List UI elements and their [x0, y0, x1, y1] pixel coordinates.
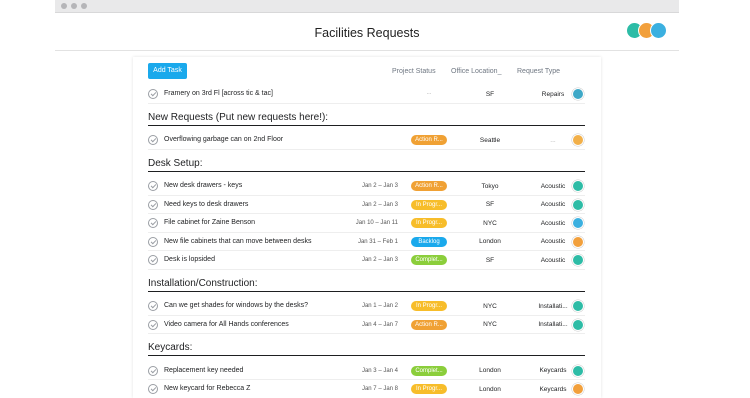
task-row[interactable]: File cabinet for Zaine Benson Jan 10 – Ja… [148, 214, 585, 233]
member-avatar[interactable] [650, 22, 667, 39]
section-title[interactable]: New Requests (Put new requests here!): [148, 112, 328, 123]
assignee-avatar[interactable] [572, 300, 584, 312]
window-titlebar [55, 0, 679, 13]
office-location[interactable]: NYC [463, 220, 517, 227]
due-date[interactable]: Jan 31 – Feb 1 [348, 239, 398, 245]
task-name[interactable]: Video camera for All Hands conferences [164, 321, 289, 328]
status-badge[interactable]: Complet... [411, 255, 447, 265]
status-badge[interactable]: Action R... [411, 319, 447, 330]
column-header-request-type[interactable]: Request Type [517, 68, 560, 75]
due-date[interactable]: Jan 4 – Jan 7 [348, 322, 398, 328]
list-toolbar: Add Task Project Status Office Location_… [133, 57, 601, 85]
complete-checkbox-icon[interactable] [148, 199, 158, 210]
project-title: Facilities Requests [314, 26, 420, 40]
task-name[interactable]: File cabinet for Zaine Benson [164, 219, 255, 226]
due-date[interactable]: Jan 2 – Jan 3 [348, 183, 398, 189]
office-location[interactable]: SF [463, 201, 517, 208]
section-title[interactable]: Installation/Construction: [148, 278, 258, 289]
column-header-project-status[interactable]: Project Status [392, 68, 436, 75]
task-row[interactable]: Replacement key needed Jan 3 – Jan 4 Compl… [148, 362, 585, 380]
status-badge[interactable]: In Progr... [411, 218, 447, 228]
section-title[interactable]: Desk Setup: [148, 158, 202, 169]
complete-checkbox-icon[interactable] [148, 135, 158, 145]
office-location[interactable]: SF [463, 257, 517, 264]
maximize-window-icon[interactable] [81, 3, 87, 9]
task-row[interactable]: Framery on 3rd Fl [across tic & tac]... S… [148, 85, 585, 104]
office-location[interactable]: London [463, 367, 517, 374]
task-name[interactable]: Overflowing garbage can on 2nd Floor [164, 136, 283, 143]
task-name[interactable]: New desk drawers - keys [164, 182, 242, 189]
assignee-avatar[interactable] [572, 383, 584, 395]
project-header: Facilities Requests [55, 13, 679, 51]
assignee-avatar[interactable] [572, 364, 584, 377]
assignee-avatar[interactable] [572, 88, 584, 100]
section-header[interactable]: Keycards: [148, 342, 585, 356]
status-badge[interactable]: In Progr... [411, 199, 447, 210]
complete-checkbox-icon[interactable] [148, 89, 158, 99]
minimize-window-icon[interactable] [71, 3, 77, 9]
complete-checkbox-icon[interactable] [148, 236, 158, 247]
add-task-button[interactable]: Add Task [148, 63, 187, 79]
assignee-avatar[interactable] [572, 198, 584, 211]
task-row[interactable]: New file cabinets that can move between … [148, 233, 585, 251]
complete-checkbox-icon[interactable] [148, 301, 158, 311]
due-date[interactable]: Jan 1 – Jan 2 [348, 303, 398, 309]
assignee-avatar[interactable] [572, 134, 584, 146]
due-date[interactable]: Jan 10 – Jan 11 [348, 220, 398, 226]
task-list-panel: Add Task Project Status Office Location_… [133, 57, 601, 398]
section-title[interactable]: Keycards: [148, 342, 192, 353]
status-badge[interactable]: Complet... [411, 365, 447, 376]
task-row[interactable]: Need keys to desk drawers Jan 2 – Jan 3 In… [148, 196, 585, 214]
task-row[interactable]: Video camera for All Hands conferences Ja… [148, 316, 585, 334]
office-location[interactable]: NYC [463, 303, 517, 310]
task-row[interactable]: Desk is lopsided Jan 2 – Jan 3 Complet... S… [148, 251, 585, 270]
status-badge[interactable]: In Progr... [411, 301, 447, 311]
complete-checkbox-icon[interactable] [148, 181, 158, 191]
section-header[interactable]: Installation/Construction: [148, 278, 585, 292]
due-date[interactable]: Jan 2 – Jan 3 [348, 202, 398, 208]
status-badge[interactable]: Action R... [411, 135, 447, 145]
office-location[interactable]: SF [463, 91, 517, 98]
task-name[interactable]: Need keys to desk drawers [164, 201, 248, 208]
close-window-icon[interactable] [61, 3, 67, 9]
task-name[interactable]: Framery on 3rd Fl [across tic & tac] [164, 90, 273, 97]
office-location[interactable]: London [463, 238, 517, 245]
column-header-office-location[interactable]: Office Location_ [451, 68, 501, 75]
task-row[interactable]: Can we get shades for windows by the des… [148, 297, 585, 316]
due-date[interactable]: Jan 7 – Jan 8 [348, 386, 398, 392]
due-date[interactable]: Jan 2 – Jan 3 [348, 257, 398, 263]
task-row[interactable]: New keycard for Rebecca Z Jan 7 – Jan 8 In… [148, 380, 585, 398]
office-location[interactable]: Tokyo [463, 183, 517, 190]
task-name[interactable]: New keycard for Rebecca Z [164, 385, 250, 392]
task-row[interactable]: Overflowing garbage can on 2nd Floor Acti… [148, 131, 585, 150]
complete-checkbox-icon[interactable] [148, 319, 158, 330]
status-empty[interactable]: ... [411, 90, 447, 96]
office-location[interactable]: London [463, 386, 517, 393]
assignee-avatar[interactable] [572, 180, 584, 192]
status-badge[interactable]: Action R... [411, 181, 447, 191]
complete-checkbox-icon[interactable] [148, 384, 158, 394]
assignee-avatar[interactable] [572, 235, 584, 248]
complete-checkbox-icon[interactable] [148, 218, 158, 228]
office-location[interactable]: NYC [463, 321, 517, 328]
complete-checkbox-icon[interactable] [148, 255, 158, 265]
task-name[interactable]: New file cabinets that can move between … [164, 238, 311, 245]
task-name[interactable]: Replacement key needed [164, 367, 243, 374]
section-header[interactable]: New Requests (Put new requests here!): [148, 112, 585, 126]
due-date[interactable]: Jan 3 – Jan 4 [348, 368, 398, 374]
assignee-avatar[interactable] [572, 217, 584, 229]
task-name[interactable]: Can we get shades for windows by the des… [164, 302, 308, 309]
section-header[interactable]: Desk Setup: [148, 158, 585, 172]
complete-checkbox-icon[interactable] [148, 365, 158, 376]
status-badge[interactable]: In Progr... [411, 384, 447, 394]
office-location[interactable]: Seattle [463, 137, 517, 144]
status-badge[interactable]: Backlog [411, 236, 447, 247]
task-name[interactable]: Desk is lopsided [164, 256, 215, 263]
assignee-avatar[interactable] [572, 318, 584, 331]
task-row[interactable]: New desk drawers - keys Jan 2 – Jan 3 Acti… [148, 177, 585, 196]
assignee-avatar[interactable] [572, 254, 584, 266]
